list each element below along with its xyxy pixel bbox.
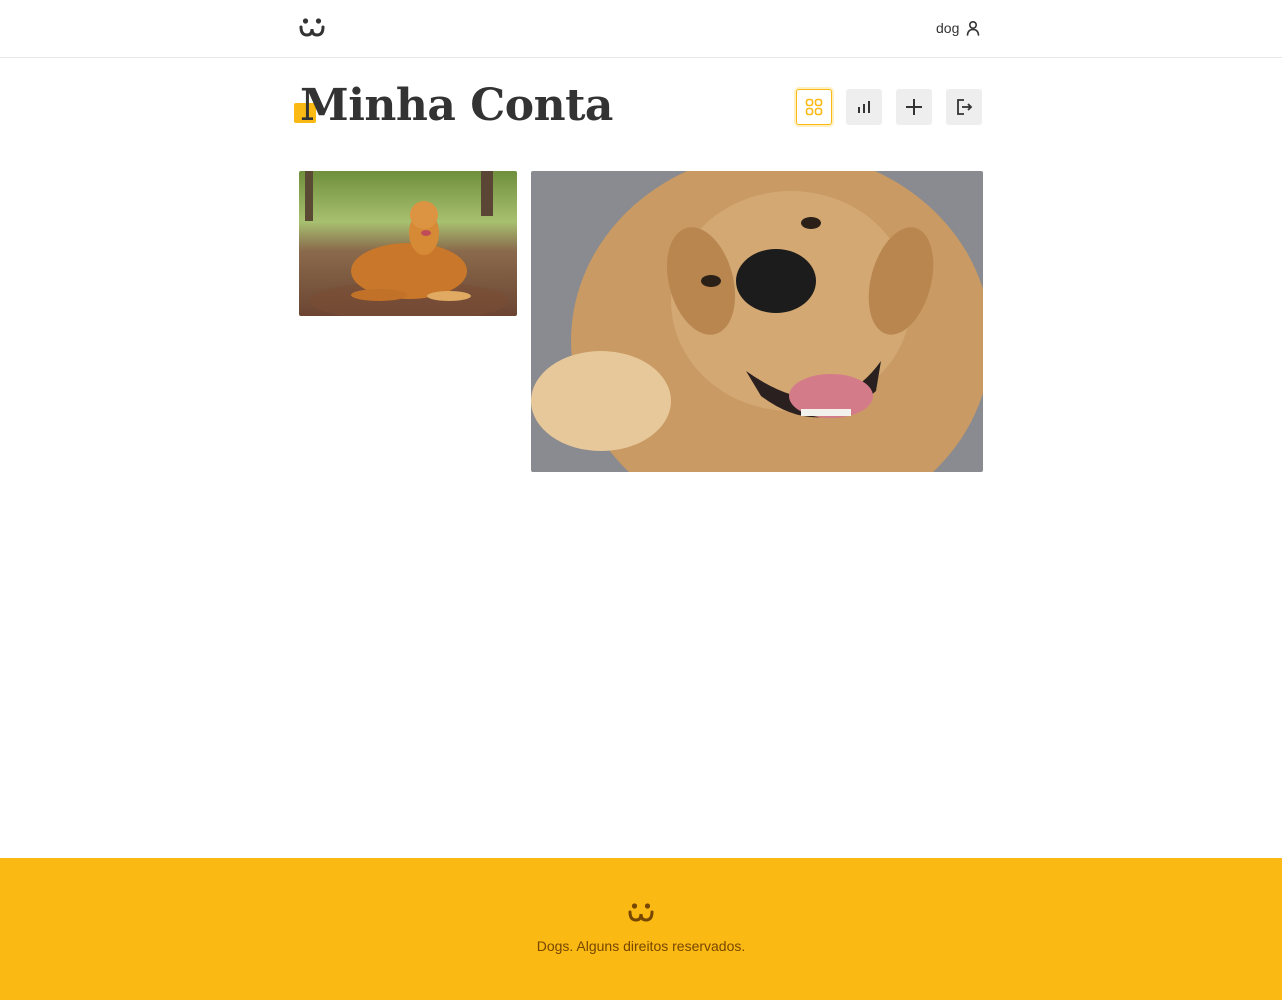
dog-smiling-photo — [531, 171, 983, 472]
dog-face-logo-icon — [628, 903, 654, 922]
site-footer: Dogs. Alguns direitos reservados. — [0, 858, 1282, 1000]
user-account-link[interactable]: dog — [936, 17, 981, 39]
plus-icon — [906, 99, 922, 115]
username-label: dog — [936, 20, 960, 36]
logout-button[interactable] — [946, 89, 982, 125]
grid-icon — [805, 98, 823, 116]
add-photo-button[interactable] — [896, 89, 932, 125]
feed-photo[interactable] — [299, 171, 517, 316]
logout-icon — [957, 99, 973, 115]
dog-face-logo-icon[interactable] — [298, 15, 326, 39]
dog-lying-photo — [299, 171, 517, 316]
bar-chart-icon — [858, 101, 870, 113]
user-icon — [967, 20, 980, 36]
footer-copyright: Dogs. Alguns direitos reservados. — [536, 938, 746, 954]
page-title: Minha Conta — [300, 80, 613, 131]
stats-button[interactable] — [846, 89, 882, 125]
page-header: Minha Conta — [294, 78, 984, 138]
photo-feed — [299, 171, 983, 472]
site-header: dog — [0, 0, 1282, 58]
feed-photo[interactable] — [531, 171, 983, 472]
feed-button[interactable] — [796, 89, 832, 125]
